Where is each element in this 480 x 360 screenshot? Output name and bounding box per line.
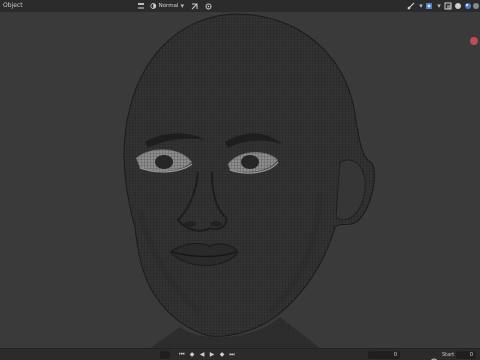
shading-icon: [150, 3, 157, 9]
clock-icon[interactable]: [430, 351, 438, 360]
solid-icon[interactable]: [454, 2, 462, 10]
start-frame-field[interactable]: 0: [456, 351, 476, 359]
chevron-down-icon: ▾: [180, 2, 184, 10]
jump-start-icon[interactable]: ⏮: [178, 351, 186, 359]
blender-window: Object Normal ▾ ▾ ▾ ⏮ ◆ ◀ ▶ ◆ ⏭ 0 Start …: [0, 0, 480, 360]
start-label: Start: [442, 352, 455, 358]
orientation-icon[interactable]: [190, 2, 198, 10]
head-mesh[interactable]: [0, 12, 480, 348]
next-key-icon[interactable]: ◆: [218, 351, 226, 359]
prev-key-icon[interactable]: ◆: [188, 351, 196, 359]
jump-end-icon[interactable]: ⏭: [228, 351, 236, 359]
keying-dropdown[interactable]: [160, 351, 170, 359]
shading-label: Normal: [158, 3, 179, 9]
viewport-gizmo-red[interactable]: [470, 37, 478, 45]
play-icon[interactable]: ▶: [208, 351, 216, 359]
cursor-icon[interactable]: [406, 2, 416, 10]
overlay-icon[interactable]: [424, 2, 434, 10]
mode-label[interactable]: Object: [3, 0, 23, 12]
material-icon[interactable]: [464, 2, 472, 10]
chevron-down-icon[interactable]: ▾: [436, 2, 442, 10]
3d-viewport[interactable]: [0, 12, 480, 348]
shading-dropdown[interactable]: Normal ▾: [150, 2, 184, 10]
xray-icon[interactable]: [444, 2, 452, 10]
playback-controls: ⏮ ◆ ◀ ▶ ◆ ⏭: [178, 351, 236, 359]
timeline-footer: ⏮ ◆ ◀ ▶ ◆ ⏭ 0 Start 0: [0, 348, 480, 360]
proportional-edit-icon[interactable]: [204, 2, 212, 10]
snap-icon[interactable]: [136, 2, 146, 10]
current-frame-field[interactable]: 0: [368, 351, 400, 359]
rendered-icon[interactable]: [472, 2, 480, 10]
play-reverse-icon[interactable]: ◀: [198, 351, 206, 359]
